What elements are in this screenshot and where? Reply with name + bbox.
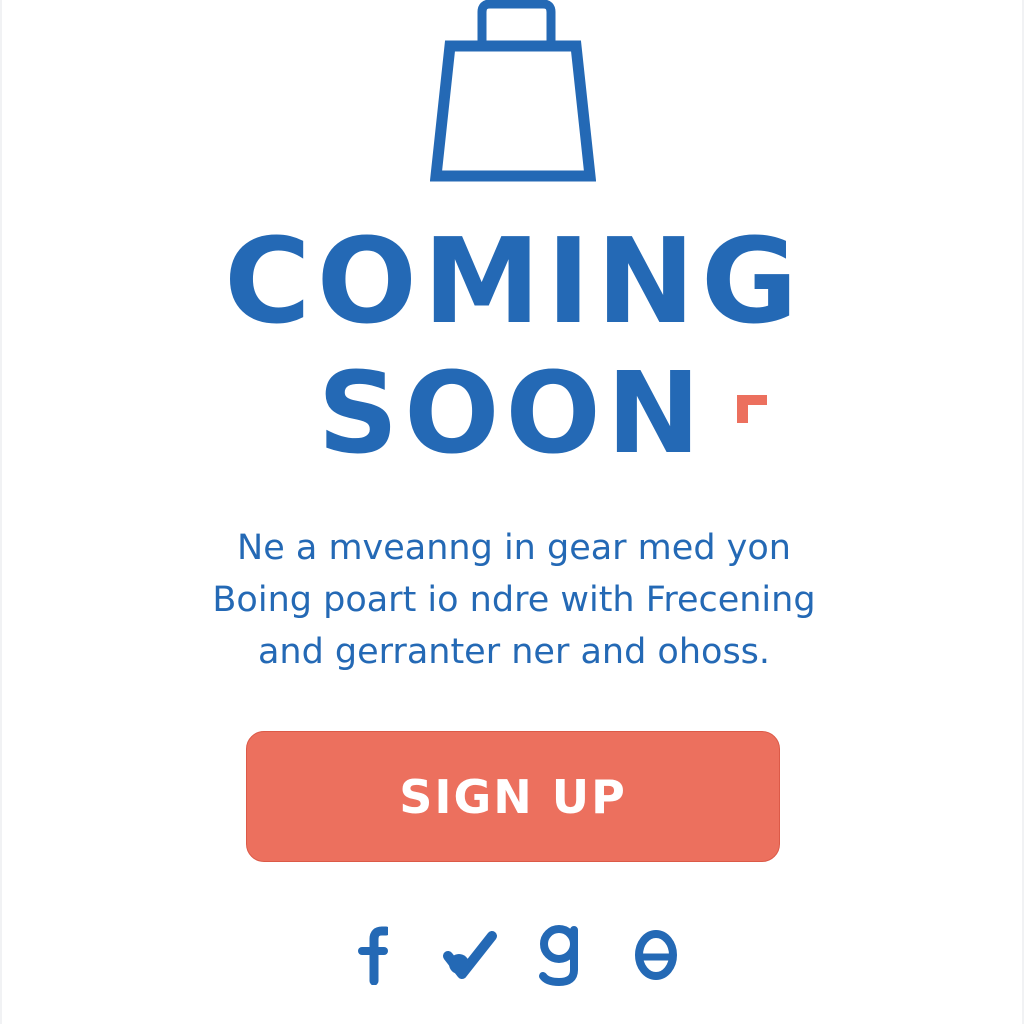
- social-links: [2, 920, 1024, 990]
- google-icon[interactable]: [530, 920, 590, 990]
- o-circle-icon[interactable]: [626, 920, 686, 990]
- description-line-3: and gerranter ner and ohoss.: [257, 632, 771, 672]
- shopping-bag-icon: [430, 0, 596, 182]
- facebook-icon[interactable]: [340, 920, 400, 990]
- description-line-2: Boing poart io ndre with Frecening: [212, 580, 816, 620]
- headline-soon: SOON: [317, 349, 707, 479]
- corner-accent-icon: [737, 395, 767, 423]
- description-text: Ne a mveanng in gear med yon Boing poart…: [2, 522, 1024, 678]
- description-line-1: Ne a mveanng in gear med yon: [237, 528, 791, 568]
- coming-soon-page: COMING SOON Ne a mveanng in gear med yon…: [0, 0, 1024, 1024]
- checkmark-icon[interactable]: [440, 920, 500, 990]
- sign-up-button[interactable]: SIGN UP: [246, 731, 780, 862]
- headline-coming: COMING: [224, 212, 804, 350]
